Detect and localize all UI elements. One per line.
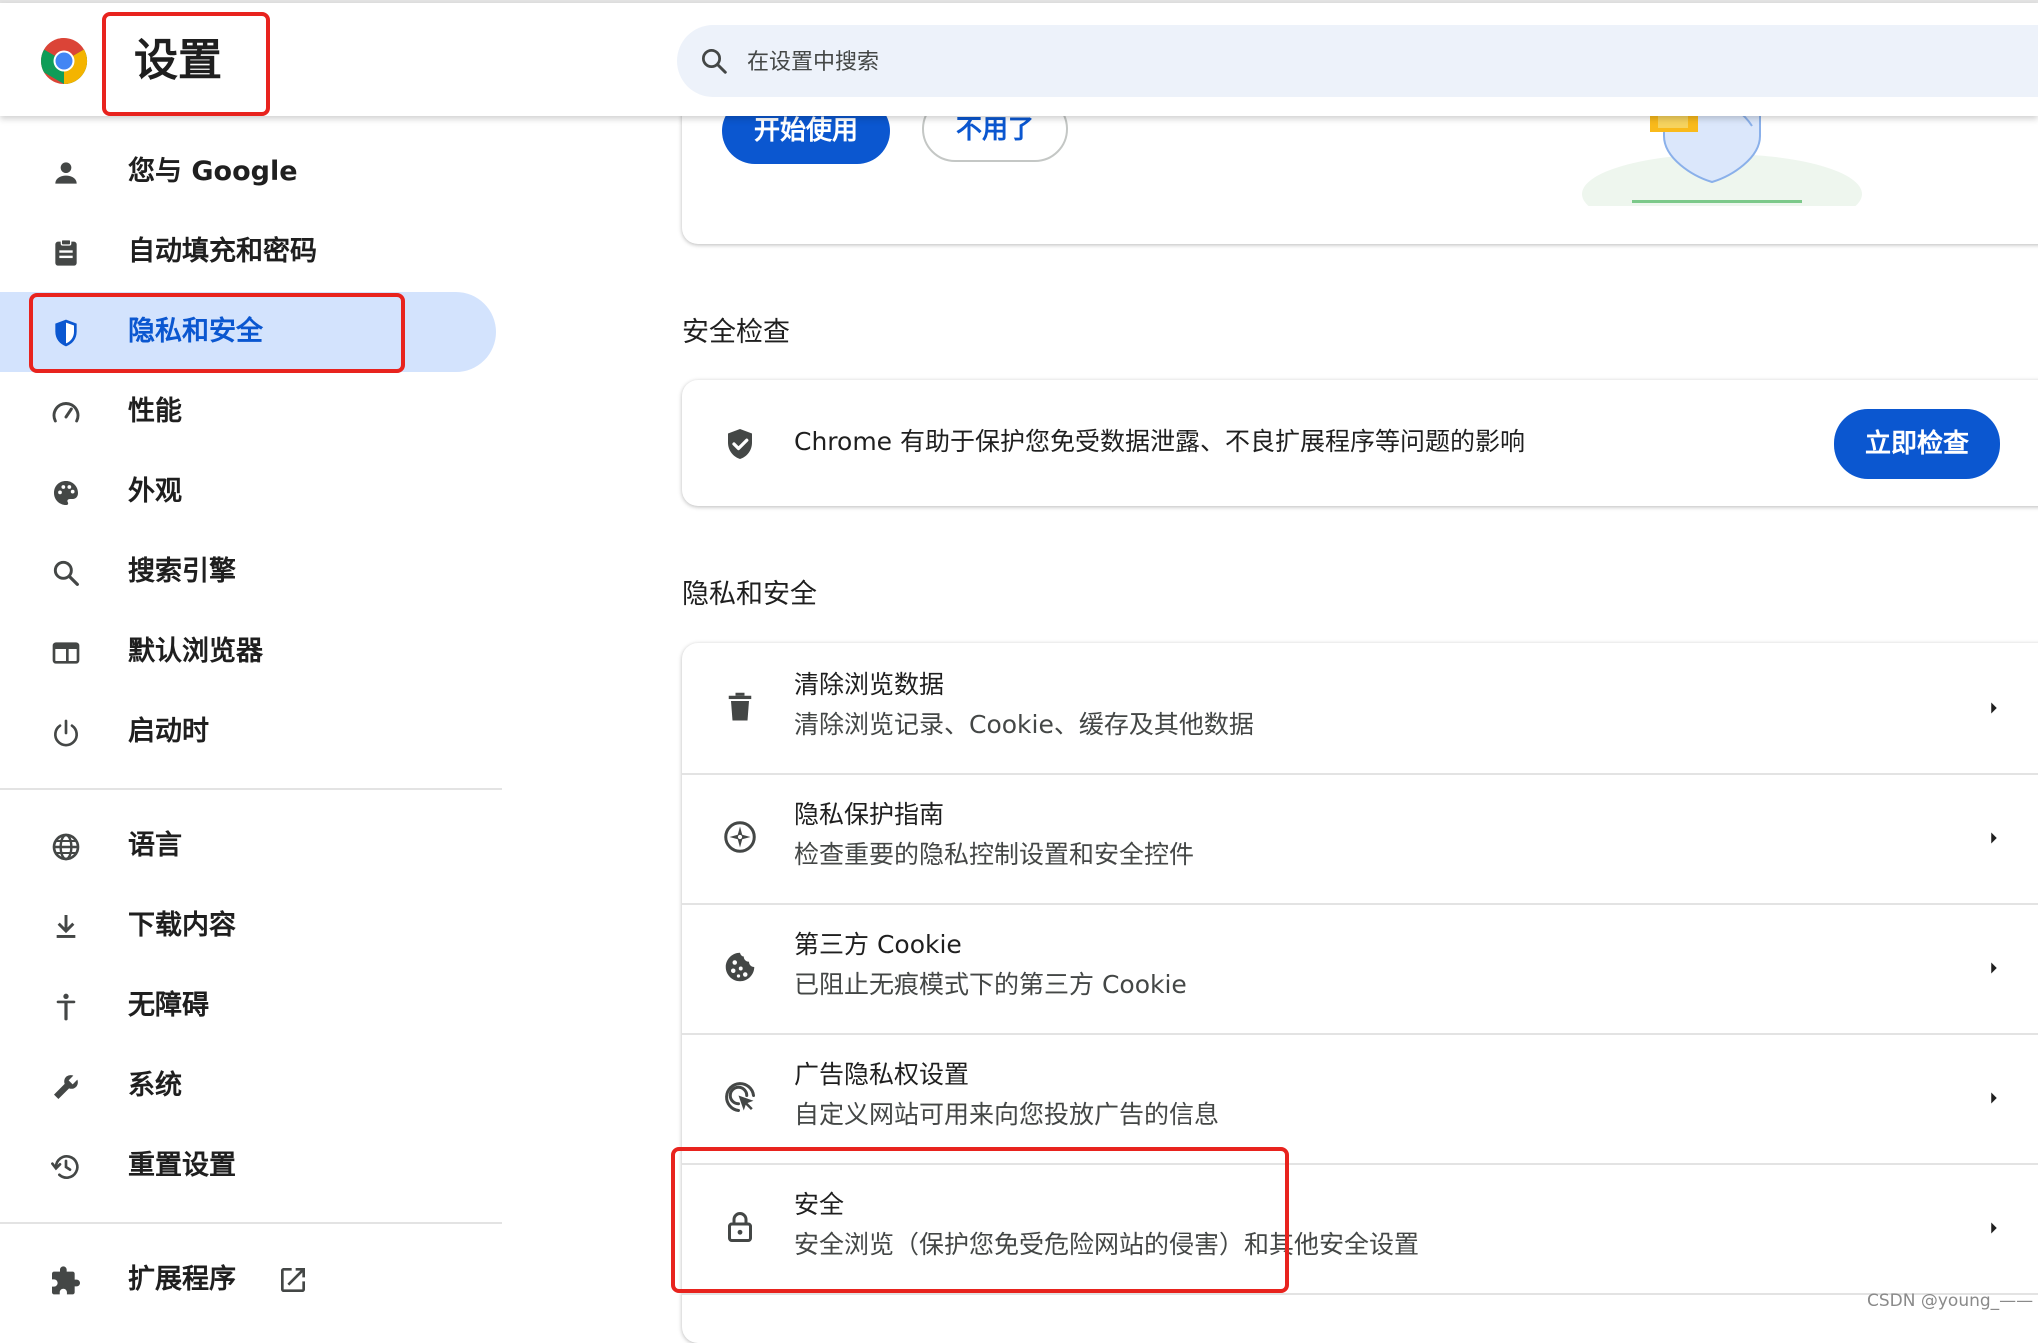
- globe-icon: [52, 833, 80, 861]
- wrench-icon: [54, 1075, 78, 1099]
- check-now-button[interactable]: 立即检查: [1834, 409, 2000, 479]
- sidebar-item-search-engine[interactable]: 搜索引擎: [0, 532, 496, 612]
- sidebar-item-reset-settings[interactable]: 重置设置: [0, 1126, 496, 1206]
- browser-window-icon: [52, 642, 80, 664]
- accessibility-icon: [56, 993, 76, 1021]
- settings-search-bar[interactable]: [677, 25, 2038, 99]
- sidebar-item-label: 扩展程序: [128, 1264, 236, 1295]
- compass-icon: [724, 821, 756, 853]
- chevron-right-icon: [1991, 832, 1997, 844]
- page-title: 设置: [134, 35, 222, 86]
- sidebar-item-accessibility[interactable]: 无障碍: [0, 966, 496, 1046]
- row-divider: [682, 1293, 2038, 1295]
- row-title: 广告隐私权设置: [794, 1060, 970, 1089]
- sidebar-item-you-and-google[interactable]: 您与 Google: [0, 132, 496, 212]
- promo-card: 开始使用 不用了: [682, 96, 2038, 244]
- sidebar-item-extensions[interactable]: 扩展程序: [0, 1240, 496, 1320]
- sidebar-item-system[interactable]: 系统: [0, 1046, 496, 1126]
- sidebar-item-label: 重置设置: [128, 1150, 236, 1181]
- watermark: CSDN @young_——: [1867, 1291, 2034, 1311]
- row-subtitle: 检查重要的隐私控制设置和安全控件: [794, 840, 1195, 869]
- sidebar-item-label: 自动填充和密码: [128, 236, 317, 267]
- search-input[interactable]: [745, 25, 1949, 99]
- sidebar-item-label: 无障碍: [128, 990, 209, 1021]
- ad-privacy-row[interactable]: 广告隐私权设置 自定义网站可用来向您投放广告的信息: [682, 1033, 2038, 1163]
- chevron-right-icon: [1991, 702, 1997, 714]
- sidebar-item-on-startup[interactable]: 启动时: [0, 692, 496, 772]
- chevron-right-icon: [1991, 1092, 1997, 1104]
- row-title: 第三方 Cookie: [794, 930, 962, 959]
- shield-icon: [55, 319, 77, 347]
- privacy-guide-row[interactable]: 隐私保护指南 检查重要的隐私控制设置和安全控件: [682, 773, 2038, 903]
- palette-icon: [54, 481, 78, 505]
- clear-browsing-data-row[interactable]: 清除浏览数据 清除浏览记录、Cookie、缓存及其他数据: [682, 643, 2038, 773]
- power-icon: [54, 719, 78, 747]
- ad-privacy-icon: [725, 1082, 755, 1112]
- row-subtitle: 已阻止无痕模式下的第三方 Cookie: [794, 970, 1187, 999]
- row-subtitle: 清除浏览记录、Cookie、缓存及其他数据: [794, 710, 1254, 739]
- safety-check-description: Chrome 有助于保护您免受数据泄露、不良扩展程序等问题的影响: [794, 427, 1526, 456]
- sidebar-item-label: 外观: [128, 476, 182, 507]
- chevron-right-icon: [1991, 962, 1997, 974]
- sidebar-item-appearance[interactable]: 外观: [0, 452, 496, 532]
- row-subtitle: 自定义网站可用来向您投放广告的信息: [794, 1100, 1220, 1129]
- shield-check-icon: [728, 429, 752, 459]
- sidebar-item-downloads[interactable]: 下载内容: [0, 886, 496, 966]
- sidebar-item-privacy-security[interactable]: 隐私和安全: [0, 292, 496, 372]
- privacy-section-title: 隐私和安全: [682, 579, 817, 610]
- sidebar-item-label: 隐私和安全: [128, 316, 263, 347]
- sidebar-item-label: 您与 Google: [128, 156, 298, 187]
- row-title: 安全: [794, 1190, 845, 1219]
- third-party-cookies-row[interactable]: 第三方 Cookie 已阻止无痕模式下的第三方 Cookie: [682, 903, 2038, 1033]
- open-in-new-icon[interactable]: [277, 1264, 309, 1296]
- trash-icon: [728, 692, 752, 721]
- speedometer-icon: [52, 402, 80, 423]
- puzzle-icon: [52, 1266, 80, 1295]
- sidebar-item-label: 搜索引擎: [128, 556, 236, 587]
- row-subtitle: 安全浏览（保护您免受危险网站的侵害）和其他安全设置: [794, 1230, 1420, 1259]
- sidebar-item-label: 性能: [128, 396, 182, 427]
- sidebar-item-label: 默认浏览器: [128, 636, 263, 667]
- safety-check-card: Chrome 有助于保护您免受数据泄露、不良扩展程序等问题的影响 立即检查: [682, 380, 2038, 506]
- security-row[interactable]: 安全 安全浏览（保护您免受危险网站的侵害）和其他安全设置: [682, 1163, 2038, 1293]
- sidebar-item-label: 启动时: [128, 716, 209, 747]
- cookie-icon: [725, 952, 755, 982]
- sidebar-item-label: 系统: [128, 1070, 182, 1101]
- sidebar-item-performance[interactable]: 性能: [0, 372, 496, 452]
- row-title: 清除浏览数据: [794, 670, 945, 699]
- chrome-logo-icon: [41, 38, 88, 85]
- settings-header: 设置: [0, 3, 2038, 116]
- sidebar-divider: [0, 788, 502, 790]
- sidebar-item-default-browser[interactable]: 默认浏览器: [0, 612, 496, 692]
- sidebar-item-label: 下载内容: [128, 910, 236, 941]
- search-icon: [702, 49, 727, 74]
- lock-icon: [728, 1212, 752, 1242]
- person-icon: [55, 162, 77, 184]
- safety-check-section-title: 安全检查: [682, 317, 790, 348]
- privacy-card: 清除浏览数据 清除浏览记录、Cookie、缓存及其他数据 隐私保护指南 检查重要…: [682, 643, 2038, 1343]
- sidebar-item-autofill[interactable]: 自动填充和密码: [0, 212, 496, 292]
- clipboard-icon: [55, 239, 77, 266]
- history-icon: [51, 1155, 79, 1179]
- sidebar-item-label: 语言: [128, 830, 182, 861]
- sidebar-divider: [0, 1222, 502, 1224]
- sidebar-item-languages[interactable]: 语言: [0, 806, 496, 886]
- download-icon: [56, 915, 76, 938]
- row-title: 隐私保护指南: [794, 800, 945, 829]
- search-icon: [53, 560, 79, 586]
- chevron-right-icon: [1991, 1222, 1997, 1234]
